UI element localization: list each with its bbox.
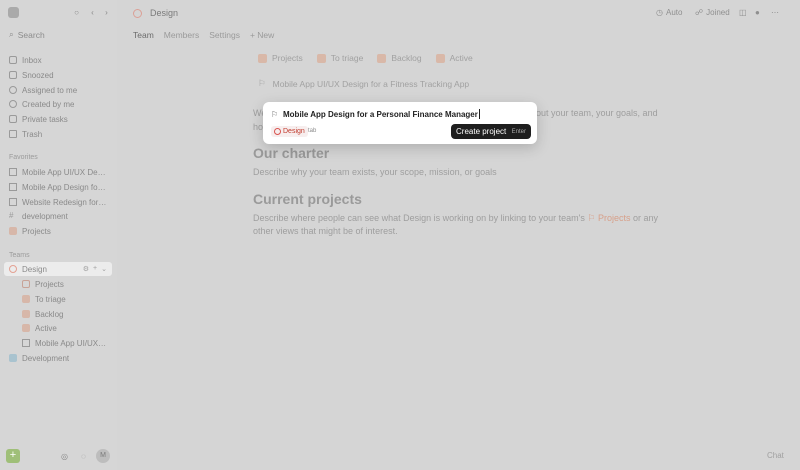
topbar: Design ◷ Auto ☍ Joined ◫ ● ⋯ [117,0,800,26]
hash-icon: # [9,211,14,220]
auto-icon: ◷ [656,8,663,17]
team-child-item[interactable]: Backlog [17,307,112,321]
chat-button[interactable]: Chat [767,451,784,460]
project-icon [9,183,17,191]
triage-icon [316,53,326,63]
project-link[interactable]: ⚐ Mobile App UI/UX Design for a Fitness … [258,78,469,89]
sidebar-team-development[interactable]: Development [4,351,112,365]
chip-backlog[interactable]: Backlog [377,53,422,63]
favorite-item[interactable]: Projects [4,224,112,238]
new-item-button[interactable]: + [6,449,20,463]
favorites-heading: Favorites [9,154,38,161]
favorite-item[interactable]: # development [4,209,112,223]
flag-icon: ⚐ [271,110,279,119]
auto-button[interactable]: ◷ Auto [656,8,682,17]
sidebar-header: ○ ‹ › [6,6,111,20]
tab-hint: tab [308,128,317,134]
active-icon [22,324,30,332]
help-icon[interactable]: ◎ [60,452,69,461]
project-icon [22,339,30,347]
enter-key-hint: Enter [511,128,526,135]
flag-icon: ⚐ [258,78,266,88]
sidebar: ○ ‹ › ⌕ Search Inbox Snoozed Assigned to… [0,0,117,470]
settings-icon[interactable]: ⚙ [83,265,89,273]
search-icon: ⌕ [9,29,14,39]
search-placeholder: Search [17,29,45,40]
workspace-logo[interactable] [8,7,19,18]
tab-members[interactable]: Members [164,30,199,40]
create-project-modal: ⚐ Mobile App Design for a Personal Finan… [263,102,537,144]
more-icon[interactable]: ⋯ [771,8,779,17]
design-team-icon [9,265,17,273]
triage-icon [22,295,30,303]
project-icon [9,198,17,206]
design-team-icon [274,128,281,135]
team-child-item[interactable]: Active [17,321,112,335]
folder-icon [22,280,30,288]
sidebar-item-trash[interactable]: Trash [4,127,112,141]
user-icon: ☍ [695,8,704,17]
chip-to-triage[interactable]: To triage [316,53,363,63]
team-child-item[interactable]: Mobile App UI/UX ... [17,336,112,350]
new-tab-button[interactable]: + New [250,30,274,40]
download-icon[interactable]: ◌ [79,452,88,461]
notification-icon[interactable]: ● [755,8,760,17]
sidebar-item-assigned[interactable]: Assigned to me [4,83,112,97]
back-icon[interactable]: ‹ [88,8,97,17]
tab-team[interactable]: Team [133,30,154,40]
chip-projects[interactable]: Projects [258,53,303,63]
breadcrumb[interactable]: Design [150,8,178,18]
lock-icon [9,115,17,123]
sidebar-footer: + ◎ ◌ M [6,449,111,463]
avatar[interactable]: M [96,449,110,463]
main-content: Design ◷ Auto ☍ Joined ◫ ● ⋯ Team Member… [117,0,800,470]
sidebar-item-private[interactable]: Private tasks [4,112,112,126]
team-child-item[interactable]: Projects [17,277,112,291]
view-chips: Projects To triage Backlog Active [258,53,473,63]
current-projects-text: Describe where people can see what Desig… [253,213,659,236]
sidebar-team-design[interactable]: Design ⚙ + ⌄ [4,262,112,276]
trash-icon [9,130,17,138]
created-icon [9,100,17,108]
folder-icon [258,53,267,63]
chip-active[interactable]: Active [435,53,473,63]
tab-bar: Team Members Settings + New [133,30,274,40]
add-icon[interactable]: + [93,265,97,273]
snooze-icon [9,71,17,79]
backlog-icon [22,310,30,318]
sidebar-item-inbox[interactable]: Inbox [4,53,112,67]
design-team-icon [133,9,142,18]
inbox-icon [9,56,17,64]
chevron-down-icon[interactable]: ⌄ [101,265,107,273]
info-icon[interactable]: ◫ [739,8,747,17]
forward-icon[interactable]: › [102,8,111,17]
favorite-item[interactable]: Mobile App Design for ... [4,180,112,194]
sidebar-item-snoozed[interactable]: Snoozed [4,68,112,82]
sidebar-item-created[interactable]: Created by me [4,97,112,111]
text-caret [478,109,480,119]
team-child-item[interactable]: To triage [17,292,112,306]
charter-text: Describe why your team exists, your scop… [253,167,497,177]
active-icon [435,53,445,63]
folder-icon [9,227,17,235]
search-input[interactable]: ⌕ Search [6,28,111,41]
backlog-icon [377,53,387,63]
development-team-icon [9,354,17,362]
team-tools: ⚙ + ⌄ [83,265,112,273]
bell-icon[interactable]: ○ [72,8,81,17]
assigned-icon [9,86,17,94]
current-projects-heading: Current projects [253,191,362,207]
project-icon [9,168,17,176]
inline-projects-chip[interactable]: ⚐ Projects [587,213,630,223]
charter-heading: Our charter [253,145,330,161]
team-selector[interactable]: Design [271,126,308,137]
joined-button[interactable]: ☍ Joined [695,8,730,17]
teams-heading: Teams [9,252,30,259]
tab-settings[interactable]: Settings [209,30,240,40]
favorite-item[interactable]: Mobile App UI/UX Desi... [4,165,112,179]
project-name-input[interactable]: Mobile App Design for a Personal Finance… [283,109,480,119]
create-project-button[interactable]: Create project Enter [451,124,531,139]
favorite-item[interactable]: Website Redesign for a... [4,195,112,209]
